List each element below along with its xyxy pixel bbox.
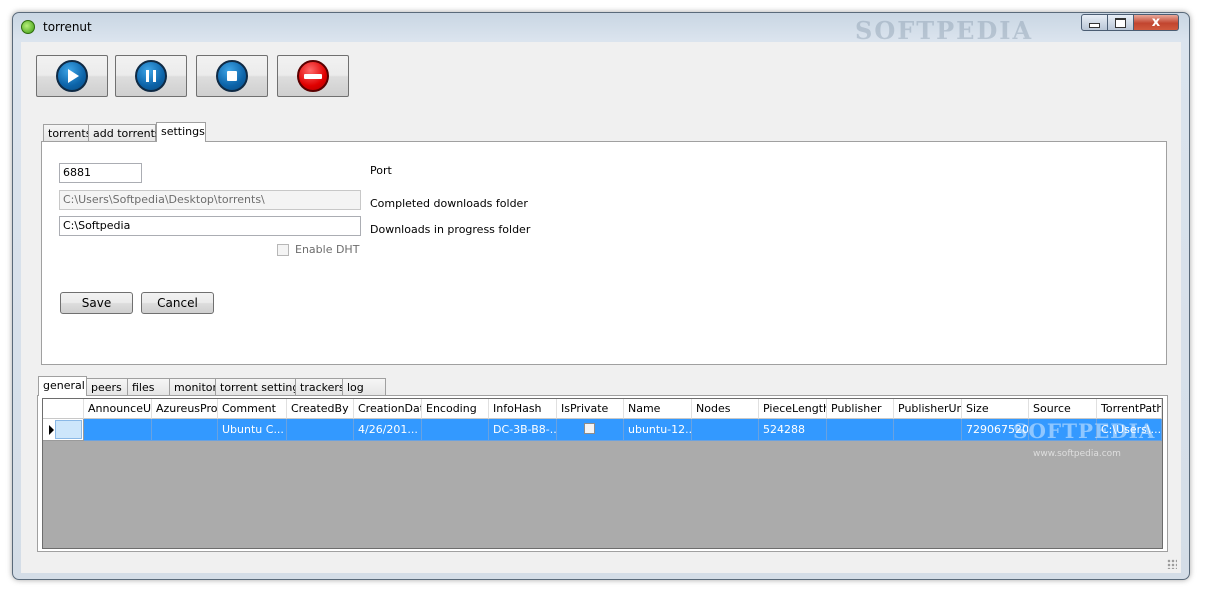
column-header[interactable]: Size — [962, 399, 1029, 419]
client-area: torrents add torrents settings 6881 Port… — [21, 42, 1181, 573]
is-private-checkbox[interactable] — [584, 423, 595, 434]
table-cell[interactable]: Ubuntu C... — [218, 419, 287, 441]
column-header[interactable]: Encoding — [422, 399, 489, 419]
column-header[interactable]: AzureusProp — [152, 399, 218, 419]
pause-button[interactable] — [115, 55, 187, 97]
minimize-button[interactable] — [1081, 14, 1108, 31]
column-header[interactable]: AnnounceUrl — [84, 399, 152, 419]
completed-folder-field[interactable]: C:\Users\Softpedia\Desktop\torrents\ — [59, 190, 361, 210]
tab-files[interactable]: files — [127, 378, 170, 396]
title-bar[interactable]: torrenut SOFTPEDIA x — [13, 13, 1189, 45]
column-header[interactable]: InfoHash — [489, 399, 557, 419]
table-cell[interactable]: 524288 — [759, 419, 827, 441]
table-cell[interactable] — [422, 419, 489, 441]
enable-dht-label: Enable DHT — [295, 243, 360, 256]
no-entry-icon — [297, 60, 329, 92]
column-header[interactable]: PieceLength — [759, 399, 827, 419]
tab-peers[interactable]: peers — [86, 378, 128, 396]
stop-button[interactable] — [196, 55, 268, 97]
column-header[interactable]: Publisher — [827, 399, 894, 419]
completed-folder-label: Completed downloads folder — [370, 197, 528, 210]
pause-icon — [135, 60, 167, 92]
inprogress-folder-label: Downloads in progress folder — [370, 223, 531, 236]
window-title: torrenut — [43, 20, 92, 34]
port-label: Port — [370, 164, 392, 177]
grid-corner — [43, 399, 84, 419]
tab-torrent-settings[interactable]: torrent settings — [215, 378, 305, 396]
table-cell[interactable] — [557, 419, 624, 441]
remove-button[interactable] — [277, 55, 349, 97]
enable-dht-checkbox[interactable] — [277, 244, 289, 256]
close-button[interactable]: x — [1133, 14, 1179, 31]
table-cell[interactable] — [84, 419, 152, 441]
save-button[interactable]: Save — [60, 292, 133, 314]
column-header[interactable]: Name — [624, 399, 692, 419]
column-header[interactable]: TorrentPath — [1097, 399, 1162, 419]
port-field[interactable]: 6881 — [59, 163, 142, 183]
column-header[interactable]: CreatedBy — [287, 399, 354, 419]
table-cell[interactable] — [287, 419, 354, 441]
tab-add-torrents[interactable]: add torrents — [88, 124, 161, 142]
stop-icon — [216, 60, 248, 92]
current-row-arrow-icon — [49, 425, 54, 435]
table-cell[interactable] — [894, 419, 962, 441]
settings-panel: 6881 Port C:\Users\Softpedia\Desktop\tor… — [41, 141, 1167, 365]
tab-settings[interactable]: settings — [156, 122, 206, 142]
column-header[interactable]: IsPrivate — [557, 399, 624, 419]
table-cell[interactable]: ubuntu-12.... — [624, 419, 692, 441]
grid-watermark: SOFTPEDIA — [1013, 419, 1156, 443]
minimize-icon — [1089, 23, 1100, 28]
general-panel: AnnounceUrl AzureusProp Comment CreatedB… — [37, 395, 1168, 552]
close-icon: x — [1151, 15, 1161, 30]
column-header[interactable]: Source — [1029, 399, 1097, 419]
main-window: torrenut SOFTPEDIA x torrents add torren… — [12, 12, 1190, 580]
softpedia-watermark: SOFTPEDIA — [855, 16, 1034, 45]
grid-watermark-url: www.softpedia.com — [1033, 449, 1121, 459]
row-header[interactable] — [43, 419, 84, 441]
start-button[interactable] — [36, 55, 108, 97]
grid-header: AnnounceUrl AzureusProp Comment CreatedB… — [43, 399, 1162, 419]
column-header[interactable]: PublisherUrl — [894, 399, 962, 419]
table-cell[interactable] — [827, 419, 894, 441]
torrent-grid[interactable]: AnnounceUrl AzureusProp Comment CreatedB… — [42, 398, 1163, 549]
tab-log[interactable]: log — [342, 378, 386, 396]
inprogress-folder-field[interactable]: C:\Softpedia — [59, 216, 361, 236]
table-cell[interactable] — [692, 419, 759, 441]
tab-trackers[interactable]: trackers — [295, 378, 345, 396]
cancel-button[interactable]: Cancel — [141, 292, 214, 314]
app-icon — [21, 20, 35, 34]
column-header[interactable]: Comment — [218, 399, 287, 419]
table-row[interactable]: Ubuntu C... 4/26/201... DC-3B-B8-... ubu… — [43, 419, 1162, 441]
column-header[interactable]: CreationDate — [354, 399, 422, 419]
table-cell[interactable]: DC-3B-B8-... — [489, 419, 557, 441]
resize-grip-icon[interactable] — [1167, 559, 1177, 569]
tab-general[interactable]: general — [38, 376, 87, 396]
column-header[interactable]: Nodes — [692, 399, 759, 419]
play-icon — [56, 60, 88, 92]
table-cell[interactable] — [152, 419, 218, 441]
tab-monitor[interactable]: monitor — [169, 378, 217, 396]
maximize-button[interactable] — [1107, 14, 1134, 31]
table-cell[interactable]: 4/26/201... — [354, 419, 422, 441]
tab-torrents[interactable]: torrents — [43, 124, 91, 142]
maximize-icon — [1115, 17, 1126, 28]
